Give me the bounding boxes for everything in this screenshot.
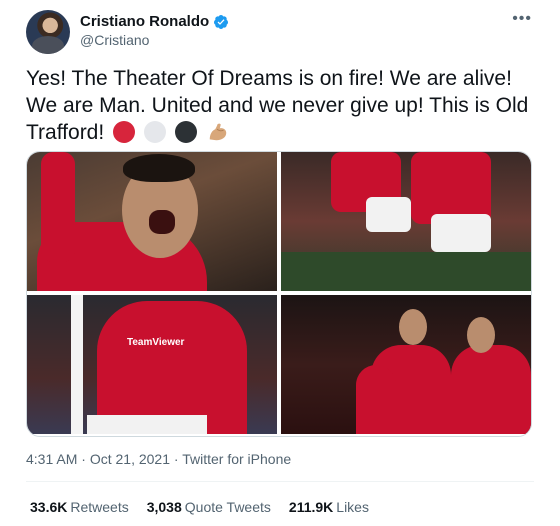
author-handle[interactable]: @Cristiano: [80, 32, 149, 48]
quote-tweets-label: Quote Tweets: [184, 499, 271, 515]
retweets-stat[interactable]: 33.6K Retweets: [30, 499, 129, 515]
tweet-body: Yes! The Theater Of Dreams is on fire! W…: [26, 67, 529, 144]
corner-flag-pole-shape: [71, 295, 83, 434]
shorts-shape: [87, 415, 207, 434]
player-jersey-shape: [356, 365, 396, 434]
face-shape: [467, 317, 495, 353]
black-circle-icon: [174, 121, 197, 143]
tweet-text: Yes! The Theater Of Dreams is on fire! W…: [26, 65, 536, 146]
photo-celebration-closeup[interactable]: [27, 152, 277, 291]
more-options-icon[interactable]: •••: [512, 10, 532, 28]
pitch-shape: [281, 252, 531, 291]
photo-teamviewer-jersey[interactable]: TeamViewer: [27, 295, 277, 434]
player-jersey-shape: [451, 345, 531, 434]
mouth-shape: [149, 210, 175, 234]
face-shape: [399, 309, 427, 345]
raised-arm-shape: [41, 152, 75, 262]
avatar[interactable]: [26, 10, 70, 54]
media-grid: TeamViewer: [26, 151, 532, 437]
tweet-stats: 33.6K Retweets 3,038 Quote Tweets 211.9K Li…: [30, 499, 369, 515]
player-shorts-shape: [366, 197, 411, 232]
photo-players-running[interactable]: [281, 152, 531, 291]
divider: [26, 481, 534, 482]
tweet-date[interactable]: Oct 21, 2021: [90, 451, 170, 467]
tweet-metadata: 4:31 AM · Oct 21, 2021 · Twitter for iPh…: [26, 451, 291, 467]
sponsor-logo-shape: TeamViewer: [127, 337, 185, 348]
retweets-count: 33.6K: [30, 499, 68, 515]
flexed-biceps-icon: [209, 123, 226, 141]
white-circle-icon: [143, 121, 166, 143]
player-shorts-shape: [431, 214, 491, 252]
tweet-source[interactable]: Twitter for iPhone: [182, 451, 291, 467]
author-name-row: Cristiano Ronaldo: [80, 13, 229, 30]
meta-separator: ·: [173, 451, 179, 467]
tweet-time[interactable]: 4:31 AM: [26, 451, 77, 467]
quote-tweets-stat[interactable]: 3,038 Quote Tweets: [147, 499, 271, 515]
retweets-label: Retweets: [70, 499, 129, 515]
red-circle-icon: [113, 121, 136, 143]
author-name[interactable]: Cristiano Ronaldo: [80, 13, 209, 30]
hair-shape: [123, 154, 195, 182]
tweet-header: Cristiano Ronaldo @Cristiano •••: [26, 10, 534, 58]
photo-team-huddle[interactable]: [281, 295, 531, 434]
meta-separator: ·: [81, 451, 86, 467]
likes-count: 211.9K: [288, 499, 334, 515]
quote-tweets-count: 3,038: [146, 499, 182, 515]
likes-stat[interactable]: 211.9K Likes: [289, 499, 369, 515]
likes-label: Likes: [336, 499, 369, 515]
verified-badge-icon: [214, 14, 229, 29]
